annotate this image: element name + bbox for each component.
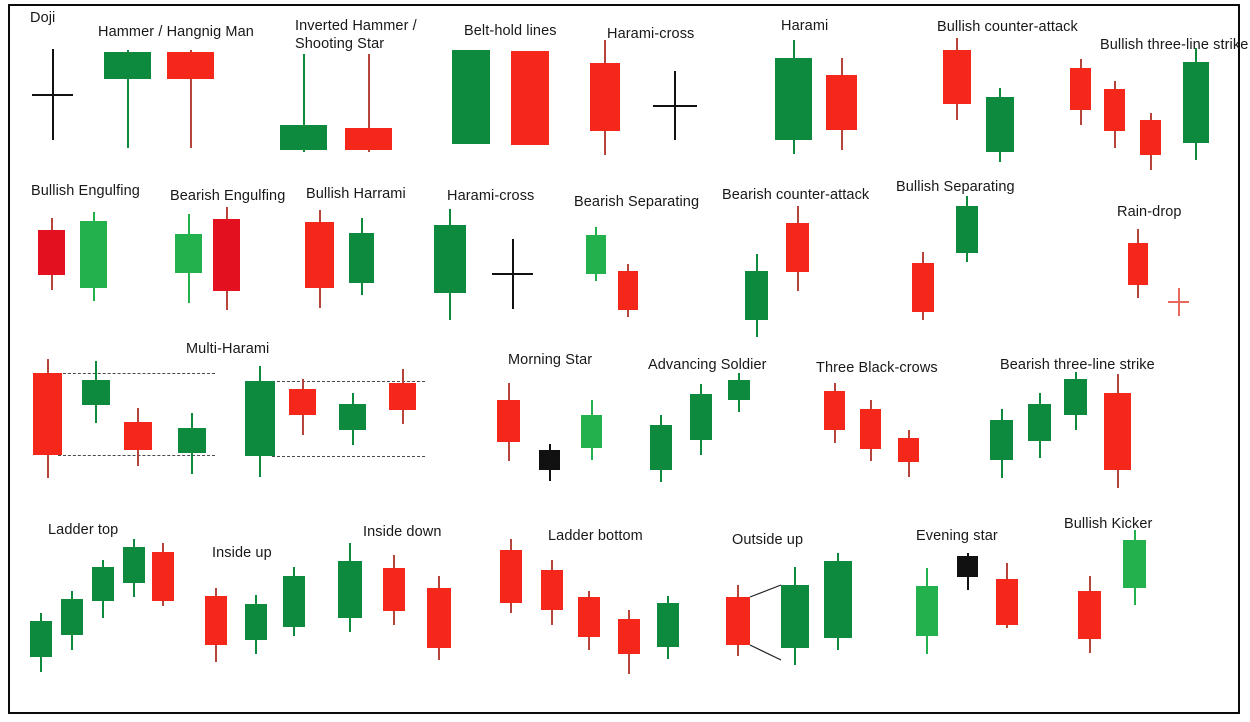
candlestick xyxy=(1123,530,1146,605)
candle-body xyxy=(1078,591,1101,639)
candlestick xyxy=(1078,576,1101,653)
candlestick-reference-sheet: Doji Hammer / Hangnig Man Inverted Hammer … xyxy=(0,0,1250,722)
pattern-group-bullish-kicker xyxy=(0,0,1250,722)
candle-body xyxy=(1123,540,1146,588)
